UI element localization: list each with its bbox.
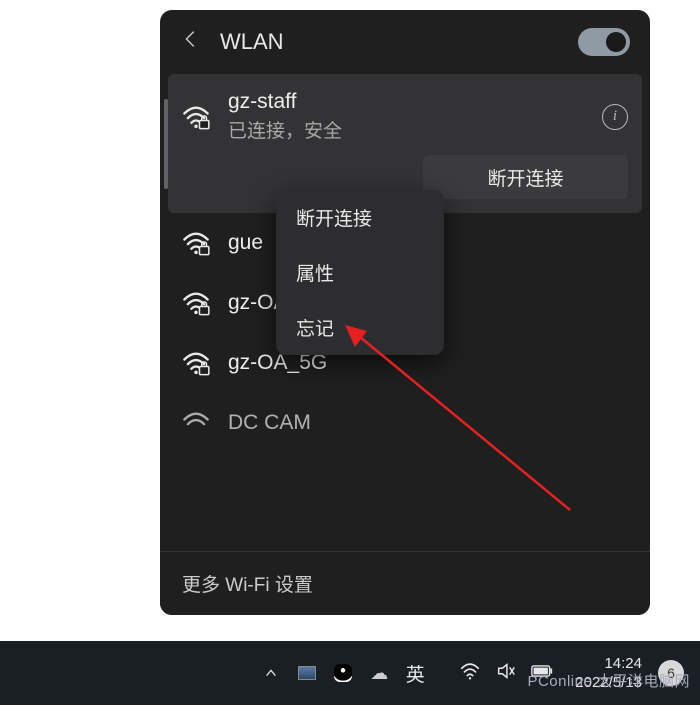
tray-qq-icon[interactable] <box>333 663 353 683</box>
tray-onedrive-icon[interactable]: ☁ <box>369 663 389 683</box>
info-icon[interactable]: i <box>602 104 628 130</box>
wifi-secure-icon <box>182 349 210 377</box>
network-name: DC CAM <box>228 411 628 435</box>
back-arrow-icon[interactable] <box>180 28 202 56</box>
tray-chevron-up-icon[interactable] <box>261 663 281 683</box>
more-wifi-settings-link[interactable]: 更多 Wi-Fi 设置 <box>160 551 650 615</box>
wifi-tray-icon <box>459 660 481 687</box>
system-tray: ☁ 英 <box>261 663 425 683</box>
menu-item-properties[interactable]: 属性 <box>276 245 444 300</box>
wlan-toggle[interactable] <box>578 28 630 56</box>
ime-indicator[interactable]: 英 <box>405 663 425 683</box>
menu-item-forget[interactable]: 忘记 <box>276 300 444 355</box>
panel-title: WLAN <box>220 29 560 55</box>
toggle-knob <box>606 32 626 52</box>
network-context-menu: 断开连接 属性 忘记 <box>276 190 444 355</box>
menu-item-disconnect[interactable]: 断开连接 <box>276 190 444 245</box>
wifi-secure-icon <box>182 229 210 257</box>
wifi-icon <box>182 409 210 437</box>
tray-monitor-icon[interactable] <box>297 663 317 683</box>
network-labels: gz-staff 已连接，安全 <box>228 90 602 143</box>
network-item[interactable]: DC CAM <box>168 393 642 453</box>
network-name: gz-staff <box>228 90 602 114</box>
watermark-text: PConline 太平洋电脑网 <box>527 670 690 691</box>
network-status: 已连接，安全 <box>228 116 602 143</box>
wifi-secure-icon <box>182 103 210 131</box>
disconnect-button[interactable]: 断开连接 <box>423 155 628 199</box>
wifi-secure-icon <box>182 289 210 317</box>
panel-header: WLAN <box>160 10 650 74</box>
volume-mute-icon <box>495 660 517 687</box>
